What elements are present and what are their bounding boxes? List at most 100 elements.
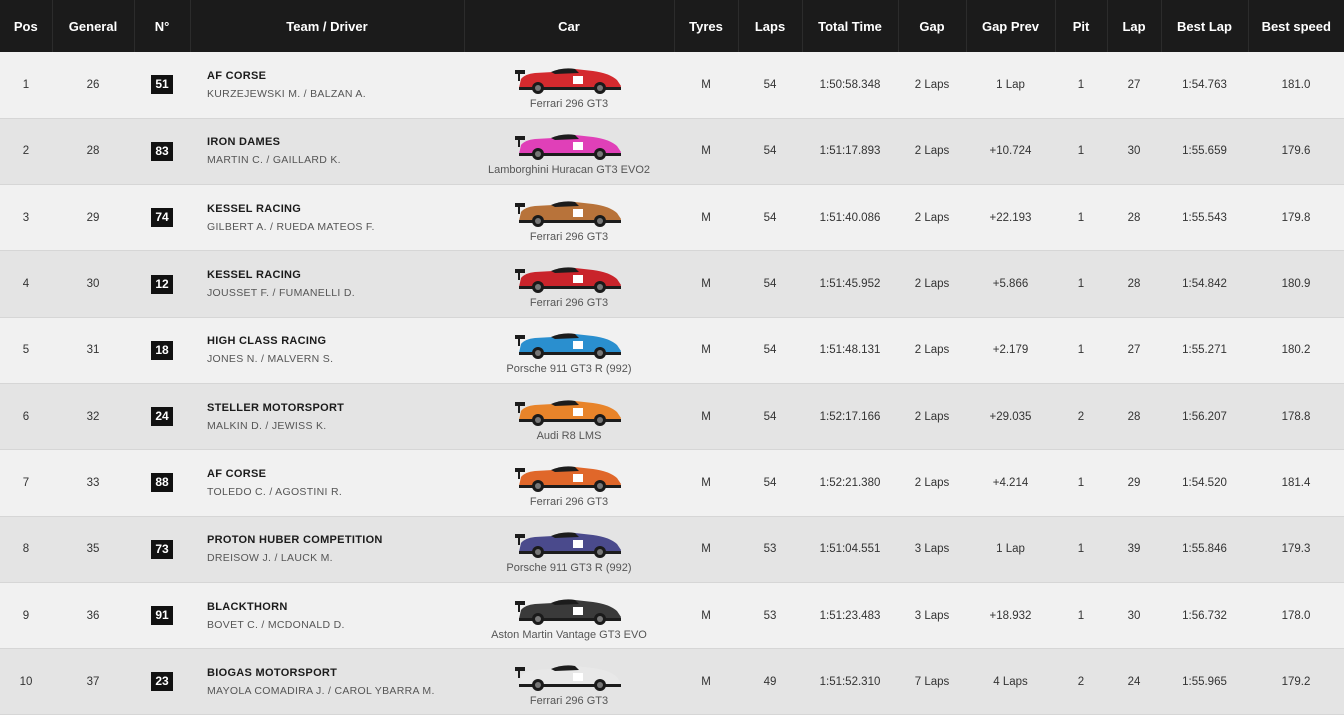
laps-cell: 54	[763, 211, 777, 224]
header-team-driver[interactable]: Team / Driver	[190, 0, 465, 52]
laps-cell: 54	[763, 145, 777, 158]
team-name[interactable]: KESSEL RACING	[207, 269, 464, 281]
car-number-badge: 24	[151, 407, 173, 427]
team-name[interactable]: AF CORSE	[207, 70, 464, 82]
header-number[interactable]: N°	[134, 0, 191, 52]
header-gap-prev[interactable]: Gap Prev	[966, 0, 1056, 52]
lap-cell: 30	[1127, 145, 1141, 158]
header-car[interactable]: Car	[464, 0, 675, 52]
best-lap-cell: 1:55.965	[1182, 675, 1227, 688]
gap-prev-cell: +5.866	[992, 278, 1029, 291]
best-speed-cell: 179.8	[1281, 211, 1311, 224]
driver-names[interactable]: MARTIN C. / GAILLARD K.	[207, 154, 464, 166]
table-row[interactable]: 4 30 12 KESSEL RACING JOUSSET F. / FUMAN…	[0, 250, 1344, 318]
table-row[interactable]: 1 26 51 AF CORSE KURZEJEWSKI M. / BALZAN…	[0, 52, 1344, 119]
tyres-cell: M	[701, 675, 711, 688]
general-cell: 32	[86, 410, 100, 423]
header-total-time[interactable]: Total Time	[802, 0, 899, 52]
header-general[interactable]: General	[52, 0, 135, 52]
driver-names[interactable]: KURZEJEWSKI M. / BALZAN A.	[207, 88, 464, 100]
tyres-cell: M	[701, 609, 711, 622]
table-row[interactable]: 10 37 23 BIOGAS MOTORSPORT MAYOLA COMADI…	[0, 648, 1344, 715]
pit-cell: 1	[1077, 78, 1085, 91]
header-lap[interactable]: Lap	[1107, 0, 1162, 52]
car-livery-image	[515, 466, 621, 492]
best-speed-cell: 179.3	[1281, 543, 1311, 556]
laps-cell: 49	[763, 675, 777, 688]
gap-cell: 2 Laps	[914, 78, 950, 91]
car-model-name: Porsche 911 GT3 R (992)	[506, 562, 632, 575]
car-number-badge: 88	[151, 473, 173, 493]
header-row: Pos General N° Team / Driver Car Tyres L…	[0, 0, 1344, 52]
pos-cell: 9	[22, 609, 30, 622]
team-name[interactable]: BIOGAS MOTORSPORT	[207, 667, 464, 679]
general-cell: 28	[86, 145, 100, 158]
header-pos[interactable]: Pos	[0, 0, 53, 52]
pit-cell: 1	[1077, 145, 1085, 158]
header-laps[interactable]: Laps	[738, 0, 803, 52]
total-time-cell: 1:51:17.893	[819, 145, 881, 158]
car-livery-image	[515, 134, 621, 161]
driver-names[interactable]: GILBERT A. / RUEDA MATEOS F.	[207, 221, 464, 233]
lap-cell: 30	[1127, 609, 1141, 622]
team-name[interactable]: BLACKTHORN	[207, 601, 464, 613]
best-lap-cell: 1:56.207	[1182, 410, 1227, 423]
team-name[interactable]: KESSEL RACING	[207, 203, 464, 215]
table-row[interactable]: 3 29 74 KESSEL RACING GILBERT A. / RUEDA…	[0, 184, 1344, 251]
lap-cell: 24	[1127, 675, 1141, 688]
gap-prev-cell: +4.214	[992, 476, 1029, 489]
total-time-cell: 1:51:23.483	[819, 609, 881, 622]
gap-prev-cell: +2.179	[992, 344, 1029, 357]
driver-names[interactable]: BOVET C. / MCDONALD D.	[207, 619, 464, 631]
tyres-cell: M	[701, 278, 711, 291]
gap-cell: 3 Laps	[914, 609, 950, 622]
pit-cell: 2	[1077, 410, 1085, 423]
team-name[interactable]: AF CORSE	[207, 468, 464, 480]
gap-prev-cell: 4 Laps	[993, 675, 1028, 688]
tyres-cell: M	[701, 410, 711, 423]
driver-names[interactable]: JONES N. / MALVERN S.	[207, 353, 464, 365]
tyres-cell: M	[701, 344, 711, 357]
team-name[interactable]: STELLER MOTORSPORT	[207, 402, 464, 414]
header-pit[interactable]: Pit	[1055, 0, 1108, 52]
team-name[interactable]: IRON DAMES	[207, 136, 464, 148]
header-best-speed[interactable]: Best speed	[1248, 0, 1344, 52]
tyres-cell: M	[701, 211, 711, 224]
table-row[interactable]: 8 35 73 PROTON HUBER COMPETITION DREISOW…	[0, 516, 1344, 583]
table-row[interactable]: 5 31 18 HIGH CLASS RACING JONES N. / MAL…	[0, 317, 1344, 384]
car-model-name: Ferrari 296 GT3	[529, 694, 609, 707]
pit-cell: 1	[1077, 344, 1085, 357]
gap-prev-cell: +10.724	[989, 145, 1032, 158]
table-row[interactable]: 6 32 24 STELLER MOTORSPORT MALKIN D. / J…	[0, 383, 1344, 450]
tyres-cell: M	[701, 543, 711, 556]
table-row[interactable]: 9 36 91 BLACKTHORN BOVET C. / MCDONALD D…	[0, 582, 1344, 649]
table-row[interactable]: 2 28 83 IRON DAMES MARTIN C. / GAILLARD …	[0, 118, 1344, 185]
car-livery-image	[515, 201, 621, 227]
driver-names[interactable]: MAYOLA COMADIRA J. / CAROL YBARRA M.	[207, 685, 464, 697]
header-best-lap[interactable]: Best Lap	[1161, 0, 1249, 52]
pit-cell: 1	[1077, 278, 1085, 291]
tyres-cell: M	[701, 78, 711, 91]
car-number-badge: 73	[151, 539, 173, 559]
gap-cell: 2 Laps	[914, 145, 950, 158]
best-speed-cell: 181.0	[1281, 78, 1311, 91]
pos-cell: 2	[22, 145, 30, 158]
car-livery-image	[515, 532, 621, 559]
driver-names[interactable]: DREISOW J. / LAUCK M.	[207, 552, 464, 564]
results-table: Pos General N° Team / Driver Car Tyres L…	[0, 0, 1344, 715]
driver-names[interactable]: MALKIN D. / JEWISS K.	[207, 420, 464, 432]
team-name[interactable]: PROTON HUBER COMPETITION	[207, 534, 464, 546]
driver-names[interactable]: TOLEDO C. / AGOSTINI R.	[207, 486, 464, 498]
header-gap[interactable]: Gap	[898, 0, 967, 52]
header-tyres[interactable]: Tyres	[674, 0, 739, 52]
total-time-cell: 1:51:45.952	[819, 278, 881, 291]
gap-prev-cell: 1 Lap	[996, 78, 1025, 91]
driver-names[interactable]: JOUSSET F. / FUMANELLI D.	[207, 287, 464, 299]
team-name[interactable]: HIGH CLASS RACING	[207, 335, 464, 347]
general-cell: 31	[86, 344, 100, 357]
table-row[interactable]: 7 33 88 AF CORSE TOLEDO C. / AGOSTINI R.…	[0, 449, 1344, 517]
best-lap-cell: 1:55.271	[1182, 344, 1227, 357]
best-lap-cell: 1:55.543	[1182, 211, 1227, 224]
best-speed-cell: 178.0	[1281, 609, 1311, 622]
best-speed-cell: 179.2	[1281, 675, 1311, 688]
